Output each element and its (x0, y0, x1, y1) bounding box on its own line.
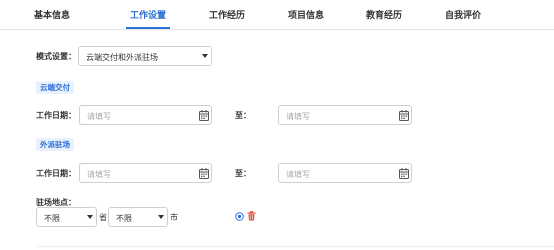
add-circle-icon[interactable] (235, 212, 244, 221)
calendar-icon[interactable] (199, 168, 209, 179)
cloud-start-date-field[interactable]: 请填写 (79, 105, 212, 125)
onsite-start-date-placeholder: 请填写 (87, 170, 111, 179)
onsite-to-label: 至： (235, 169, 251, 178)
cloud-start-date-placeholder: 请填写 (87, 112, 111, 121)
onsite-tag: 外派驻场 (36, 138, 74, 151)
calendar-icon[interactable] (199, 110, 209, 121)
chevron-down-icon (202, 54, 208, 58)
work-settings-panel: 模式设置： 云端交付和外派驻场 云端交付 工作日期： 请填写 至： 请填写 外派… (0, 30, 554, 250)
onsite-end-date-placeholder: 请填写 (286, 170, 310, 179)
onsite-work-date-label: 工作日期： (36, 169, 76, 178)
calendar-icon[interactable] (399, 110, 409, 121)
onsite-end-date-field[interactable]: 请填写 (278, 163, 412, 183)
city-suffix: 市 (170, 213, 178, 222)
cloud-delivery-tag: 云端交付 (36, 81, 74, 94)
cloud-work-date-label: 工作日期： (36, 111, 76, 120)
active-tab-indicator (126, 27, 170, 29)
tab-project-info[interactable]: 项目信息 (288, 8, 324, 21)
tab-basic-info[interactable]: 基本信息 (34, 8, 70, 21)
onsite-start-date-field[interactable]: 请填写 (79, 163, 212, 183)
tab-education[interactable]: 教育经历 (366, 8, 402, 21)
city-select[interactable]: 不限 (108, 207, 168, 227)
city-select-value: 不限 (116, 214, 132, 223)
chevron-down-icon (158, 215, 164, 219)
trash-icon[interactable] (247, 211, 256, 221)
province-select[interactable]: 不限 (36, 207, 97, 227)
tab-work-experience[interactable]: 工作经历 (209, 8, 245, 21)
mode-select-value: 云端交付和外派驻场 (86, 53, 158, 62)
cloud-end-date-field[interactable]: 请填写 (278, 105, 412, 125)
cloud-to-label: 至： (235, 111, 251, 120)
tab-self-evaluation[interactable]: 自我评价 (445, 8, 481, 21)
chevron-down-icon (87, 215, 93, 219)
mode-label: 模式设置： (36, 52, 76, 61)
province-suffix: 省 (99, 213, 107, 222)
tab-bar: 基本信息 工作设置 工作经历 项目信息 教育经历 自我评价 (0, 0, 554, 30)
mode-select[interactable]: 云端交付和外派驻场 (78, 46, 212, 66)
cloud-end-date-placeholder: 请填写 (286, 112, 310, 121)
province-select-value: 不限 (44, 214, 60, 223)
calendar-icon[interactable] (399, 168, 409, 179)
section-divider (36, 246, 554, 247)
tab-work-settings[interactable]: 工作设置 (130, 8, 166, 21)
